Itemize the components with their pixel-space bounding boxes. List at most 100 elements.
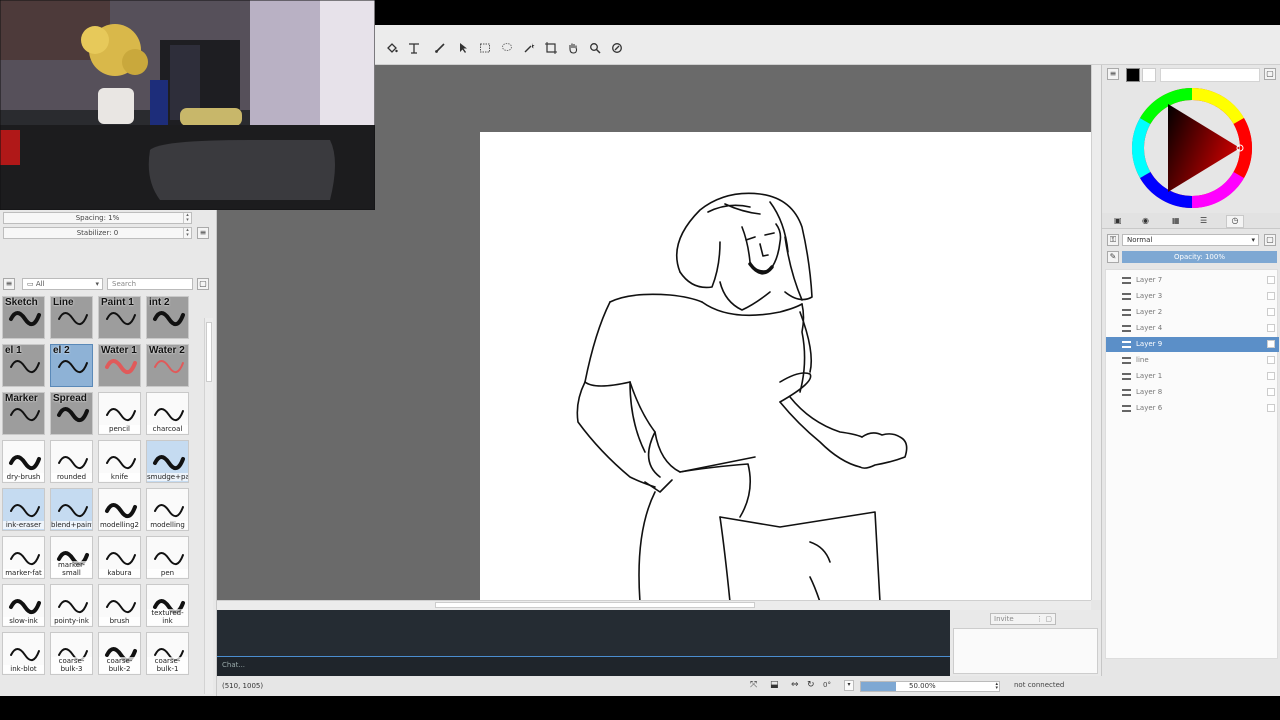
color-wheel[interactable] [1130, 86, 1254, 210]
invite-button[interactable]: Invite ⋮ ▢ [990, 613, 1056, 625]
chat-input[interactable]: Chat... [217, 656, 950, 676]
brush-preset[interactable]: knife [98, 440, 141, 483]
layer-visibility-checkbox[interactable] [1267, 292, 1275, 300]
color-palette-strip[interactable] [1160, 68, 1260, 82]
brush-preset[interactable]: pencil [98, 392, 141, 435]
brush-preset[interactable]: pen [146, 536, 189, 579]
brush-list-menu-icon[interactable]: ≡ [3, 278, 15, 290]
brush-search-input[interactable]: Search [107, 278, 193, 290]
fill-icon[interactable] [384, 40, 400, 56]
transform-icon[interactable] [406, 40, 422, 56]
brush-preset[interactable]: coarse-bulk-3 [50, 632, 93, 675]
brush-menu-icon[interactable]: ≡ [197, 227, 209, 239]
foreground-color-swatch[interactable] [1126, 68, 1140, 82]
brush-preset[interactable]: ink-blot [2, 632, 45, 675]
scroll-thumb[interactable] [435, 602, 755, 608]
brush-preset[interactable]: Water 1 [98, 344, 141, 387]
brush-preset[interactable]: pointy-ink [50, 584, 93, 627]
brush-preset[interactable]: modelling [146, 488, 189, 531]
layer-row[interactable]: line [1106, 353, 1279, 368]
brush-preset[interactable]: Sketch [2, 296, 45, 339]
brush-preset[interactable]: brush [98, 584, 141, 627]
mirror-icon[interactable]: ⇔ [791, 680, 799, 690]
brush-preset[interactable]: coarse-bulk-2 [98, 632, 141, 675]
tab-layers-icon[interactable]: ☰ [1200, 216, 1207, 225]
hand-icon[interactable] [565, 40, 581, 56]
layer-row[interactable]: Layer 7 [1106, 273, 1279, 288]
brush-preset[interactable]: dry-brush [2, 440, 45, 483]
layer-visibility-checkbox[interactable] [1267, 308, 1275, 316]
layer-row[interactable]: Layer 2 [1106, 305, 1279, 320]
brush-preset[interactable]: Line [50, 296, 93, 339]
opacity-slider[interactable]: Opacity: 100% [1122, 251, 1277, 263]
brush-preset[interactable]: slow-ink [2, 584, 45, 627]
invite-menu-icon[interactable]: ⋮ ▢ [1036, 614, 1052, 624]
stabilizer-slider[interactable]: Stabilizer: 0 ▴ ▾ [3, 227, 192, 239]
flip-icon[interactable]: ⬓ [770, 680, 779, 690]
layer-visibility-checkbox[interactable] [1267, 340, 1275, 348]
rotate-icon[interactable]: ↻ [807, 680, 815, 690]
lock-icon[interactable]: ⚿ [1107, 234, 1119, 246]
layer-visibility-checkbox[interactable] [1267, 372, 1275, 380]
rect-select-icon[interactable] [477, 40, 493, 56]
zoom-spinner[interactable]: ▴ ▾ [995, 682, 998, 691]
spacing-slider[interactable]: Spacing: 1% ▴ ▾ [3, 212, 192, 224]
color-panel-toggle-icon[interactable]: ▢ [1264, 68, 1276, 80]
background-color-swatch[interactable] [1142, 68, 1156, 82]
select-arrow-icon[interactable] [455, 40, 471, 56]
brush-preset[interactable]: int 2 [146, 296, 189, 339]
rotation-dropdown-icon[interactable]: ▾ [844, 680, 854, 691]
blend-mode-select[interactable]: Normal ▾ [1122, 234, 1259, 246]
brush-preset[interactable]: Water 2 [146, 344, 189, 387]
eyedropper-icon[interactable] [609, 40, 625, 56]
tab-palette-icon[interactable]: ▦ [1172, 216, 1180, 225]
layer-row[interactable]: Layer 3 [1106, 289, 1279, 304]
brush-preset[interactable]: marker-fat [2, 536, 45, 579]
tab-timeline-icon[interactable]: ◷ [1226, 215, 1244, 228]
layer-visibility-checkbox[interactable] [1267, 276, 1275, 284]
brush-preset[interactable]: textured-ink [146, 584, 189, 627]
canvas-vertical-scrollbar[interactable] [1091, 65, 1101, 600]
zoom-slider[interactable]: 50.00% ▴ ▾ [860, 681, 1000, 692]
layer-row[interactable]: Layer 8 [1106, 385, 1279, 400]
layer-row[interactable]: Layer 1 [1106, 369, 1279, 384]
canvas-horizontal-scrollbar[interactable] [217, 600, 1091, 610]
layer-panel-toggle-icon[interactable]: ▢ [1264, 234, 1276, 246]
brush-preset[interactable]: Paint 1 [98, 296, 141, 339]
brush-lock-icon[interactable]: ✎ [1107, 251, 1119, 263]
zoom-icon[interactable] [587, 40, 603, 56]
brush-list-scrollbar[interactable] [204, 318, 213, 694]
brush-preset[interactable]: blend+paint [50, 488, 93, 531]
layer-visibility-checkbox[interactable] [1267, 324, 1275, 332]
drawing-canvas[interactable] [480, 132, 1091, 600]
layer-row[interactable]: Layer 4 [1106, 321, 1279, 336]
scroll-thumb[interactable] [206, 322, 212, 382]
brush-icon[interactable] [432, 40, 448, 56]
brush-preset[interactable]: el 2 [50, 344, 93, 387]
layer-visibility-checkbox[interactable] [1267, 404, 1275, 412]
rotation-value[interactable]: 0° [823, 681, 831, 689]
color-menu-icon[interactable]: ≡ [1107, 68, 1119, 80]
brush-preset[interactable]: marker-small [50, 536, 93, 579]
brush-preset[interactable]: kabura [98, 536, 141, 579]
crop-icon[interactable] [543, 40, 559, 56]
brush-preset[interactable]: ink-eraser [2, 488, 45, 531]
layer-visibility-checkbox[interactable] [1267, 388, 1275, 396]
brush-preset[interactable]: Marker [2, 392, 45, 435]
brush-preset[interactable]: smudge+paint [146, 440, 189, 483]
spacing-spinner[interactable]: ▴ ▾ [183, 213, 191, 223]
brush-preset[interactable]: rounded [50, 440, 93, 483]
magic-wand-icon[interactable] [521, 40, 537, 56]
tab-color-icon[interactable]: ◉ [1142, 216, 1149, 225]
layer-row[interactable]: Layer 9 [1106, 337, 1279, 352]
brush-panel-toggle-icon[interactable]: ▢ [197, 278, 209, 290]
stabilizer-spinner[interactable]: ▴ ▾ [183, 228, 191, 238]
layer-row[interactable]: Layer 6 [1106, 401, 1279, 416]
brush-preset[interactable]: el 1 [2, 344, 45, 387]
brush-preset[interactable]: coarse-bulk-1 [146, 632, 189, 675]
brush-preset[interactable]: charcoal [146, 392, 189, 435]
fit-view-icon[interactable]: ⤧ [750, 680, 757, 690]
lasso-icon[interactable] [499, 40, 515, 56]
tab-navigator-icon[interactable]: ▣ [1114, 216, 1122, 225]
brush-category-select[interactable]: ▭ All ▾ [22, 278, 103, 290]
